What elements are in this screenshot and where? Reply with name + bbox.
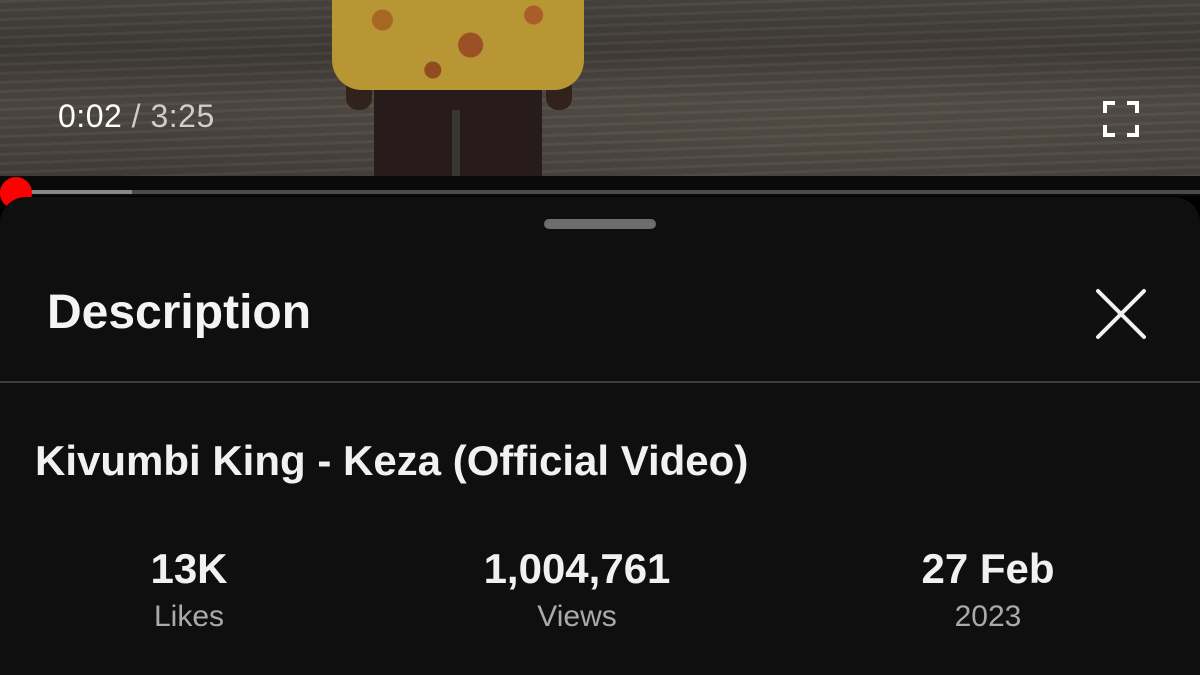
- publish-date: 27 Feb: [921, 545, 1055, 592]
- time-display: 0:02 / 3:25: [58, 98, 215, 135]
- video-overlay: [0, 0, 1200, 176]
- close-icon: [1096, 289, 1146, 339]
- divider: [0, 381, 1200, 383]
- date-stat: 27 Feb 2023: [838, 545, 1138, 637]
- publish-year: 2023: [954, 600, 1022, 633]
- fullscreen-button[interactable]: [1103, 101, 1139, 137]
- sheet-title: Description: [47, 286, 312, 339]
- video-player[interactable]: 0:02 / 3:25: [0, 0, 1200, 176]
- views-stat: 1,004,761 Views: [427, 545, 727, 637]
- views-count: 1,004,761: [483, 545, 671, 592]
- drag-handle[interactable]: [544, 219, 656, 229]
- close-button[interactable]: [1094, 287, 1148, 341]
- description-sheet: Description Kivumbi King - Keza (Officia…: [0, 197, 1200, 675]
- likes-stat: 13K Likes: [39, 545, 339, 637]
- duration: 3:25: [150, 98, 215, 134]
- progress-bar[interactable]: [0, 176, 1200, 209]
- likes-label: Likes: [153, 600, 225, 633]
- current-time: 0:02: [58, 98, 123, 134]
- likes-count: 13K: [150, 545, 228, 592]
- views-label: Views: [537, 600, 617, 633]
- fullscreen-icon: [1103, 101, 1139, 137]
- screen: 0:02 / 3:25 Description Kivumbi King - K…: [0, 0, 1200, 675]
- progress-track: [0, 190, 1200, 194]
- video-title: Kivumbi King - Keza (Official Video): [35, 437, 749, 484]
- time-separator: /: [131, 98, 142, 134]
